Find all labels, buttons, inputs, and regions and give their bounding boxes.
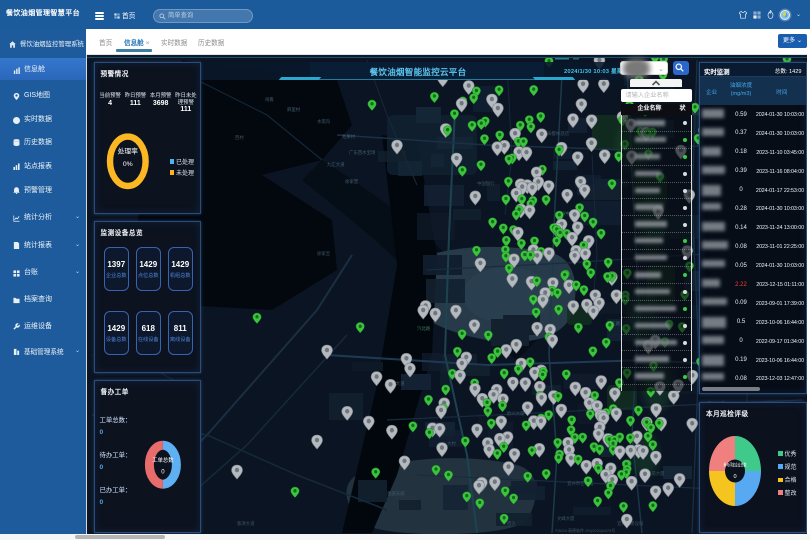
svg-text:麻里村: 麻里村 xyxy=(287,106,301,113)
svg-text:0: 0 xyxy=(161,470,165,476)
svg-text:西氿: 西氿 xyxy=(507,520,516,527)
svg-text:广东西水宝场: 广东西水宝场 xyxy=(349,149,376,156)
svg-text:紫津大道: 紫津大道 xyxy=(237,520,255,527)
svg-text:海樱林酒店: 海樱林酒店 xyxy=(547,130,570,137)
svg-text:©2024 高德软件 GS(2021)6375号: ©2024 高德软件 GS(2021)6375号 xyxy=(555,527,615,533)
svg-text:九汇大道: 九汇大道 xyxy=(327,161,345,168)
svg-text:处理率: 处理率 xyxy=(117,147,138,156)
svg-text:徐家堡: 徐家堡 xyxy=(345,178,359,185)
svg-text:0%: 0% xyxy=(122,161,132,168)
svg-text:香渡天城: 香渡天城 xyxy=(387,490,405,497)
svg-text:闲看: 闲看 xyxy=(265,96,274,103)
svg-text:毛果村: 毛果村 xyxy=(342,133,356,140)
svg-text:徐家宝: 徐家宝 xyxy=(317,250,331,257)
svg-text:参与评定企业总数: 参与评定企业总数 xyxy=(724,462,747,469)
svg-text:中国银行: 中国银行 xyxy=(477,180,495,187)
svg-text:工单总数: 工单总数 xyxy=(152,456,174,464)
svg-text:西村: 西村 xyxy=(235,134,244,141)
svg-text:汽北路: 汽北路 xyxy=(417,325,431,332)
svg-text:水南沟: 水南沟 xyxy=(317,118,331,125)
svg-text:文峰大厦: 文峰大厦 xyxy=(557,515,575,522)
svg-text:0: 0 xyxy=(733,474,736,480)
svg-text:欧兴大厦: 欧兴大厦 xyxy=(507,410,525,417)
svg-text:大村: 大村 xyxy=(447,440,456,447)
